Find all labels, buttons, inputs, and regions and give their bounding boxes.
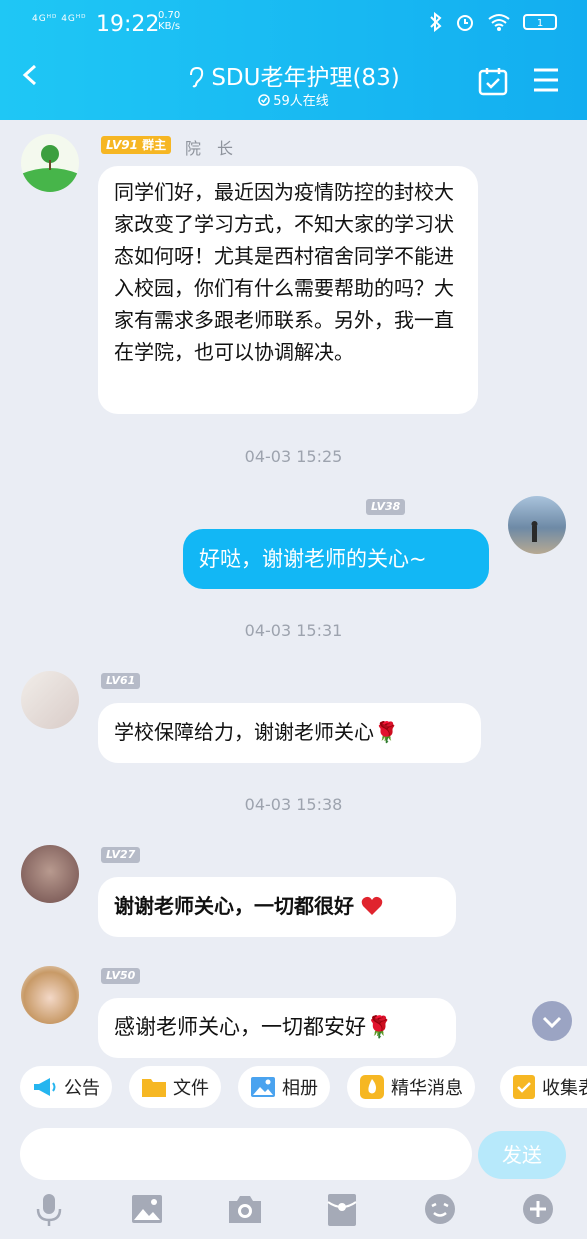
message-bubble[interactable]: 感谢老师关心，一切都安好🌹	[98, 998, 456, 1058]
level-badge: LV50	[101, 968, 141, 984]
microphone-icon[interactable]	[34, 1192, 64, 1228]
wifi-icon	[488, 14, 510, 31]
alarm-icon	[457, 15, 473, 31]
message-input[interactable]	[20, 1128, 472, 1180]
level-badge: LV61	[101, 673, 141, 689]
announcement-chip[interactable]: 公告	[20, 1066, 112, 1108]
clock: 19:22	[96, 12, 160, 37]
seaside-avatar-image	[531, 521, 538, 542]
bluetooth-icon	[430, 12, 442, 32]
timestamp: 04-03 15:38	[244, 795, 343, 814]
chevron-down-icon	[542, 1016, 562, 1029]
status-bar: 4Gᴴᴰ 4Gᴴᴰ 19:22 0.70 KB/s 1	[0, 6, 587, 40]
megaphone-icon	[34, 1078, 56, 1096]
online-check-icon	[258, 94, 270, 106]
scroll-down-button[interactable]	[532, 1001, 572, 1041]
checklist-icon	[513, 1075, 535, 1099]
album-chip[interactable]: 相册	[238, 1066, 330, 1108]
message-bubble[interactable]: 学校保障给力，谢谢老师关心🌹	[98, 703, 481, 763]
owner-badge: LV91 群主	[101, 136, 172, 154]
timestamp: 04-03 15:31	[244, 621, 343, 640]
folder-icon	[142, 1079, 166, 1097]
status-icons: 1	[429, 12, 557, 32]
files-chip[interactable]: 文件	[129, 1066, 221, 1108]
avatar[interactable]	[21, 134, 79, 192]
level-badge: LV38	[366, 499, 406, 515]
red-packet-icon[interactable]	[326, 1192, 358, 1228]
essence-chip[interactable]: 精华消息	[347, 1066, 475, 1108]
send-button[interactable]: 发送	[478, 1131, 566, 1179]
avatar[interactable]	[21, 966, 79, 1024]
level-badge: LV27	[101, 847, 141, 863]
emoji-icon[interactable]	[423, 1192, 457, 1226]
chat-header: 4Gᴴᴰ 4Gᴴᴰ 19:22 0.70 KB/s 1 SDU老年护理(83) …	[0, 0, 587, 120]
message-bubble[interactable]: 谢谢老师关心，一切都很好	[98, 877, 456, 937]
battery-icon: 1	[523, 14, 557, 30]
menu-icon[interactable]	[532, 66, 560, 94]
image-icon[interactable]	[130, 1192, 164, 1226]
tree-avatar-image	[21, 145, 79, 192]
ear-icon	[190, 66, 204, 88]
photo-icon	[251, 1077, 275, 1097]
message-bubble[interactable]: 好哒，谢谢老师的关心~	[183, 529, 489, 589]
network-speed: 0.70 KB/s	[158, 10, 181, 32]
signal-indicator: 4Gᴴᴰ 4Gᴴᴰ	[32, 14, 87, 24]
heart-icon	[361, 896, 383, 915]
calendar-icon[interactable]	[478, 66, 508, 96]
flame-badge-icon	[360, 1075, 384, 1099]
collect-form-chip[interactable]: 收集表	[500, 1066, 587, 1108]
camera-icon[interactable]	[227, 1192, 263, 1226]
avatar[interactable]	[508, 496, 566, 554]
message-bubble[interactable]: 同学们好，最近因为疫情防控的封校大家改变了学习方式，不知大家的学习状态如何呀！尤…	[98, 166, 478, 414]
avatar[interactable]	[21, 845, 79, 903]
timestamp: 04-03 15:25	[244, 447, 343, 466]
avatar[interactable]	[21, 671, 79, 729]
sender-name: 院 长	[185, 139, 234, 158]
plus-icon[interactable]	[521, 1192, 555, 1226]
